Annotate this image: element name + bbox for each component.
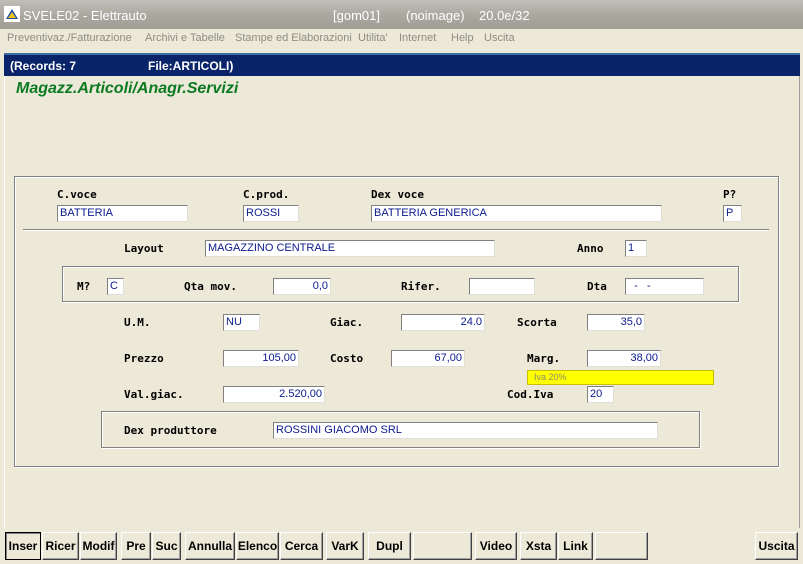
menu-stampe[interactable]: Stampe ed Elaborazioni [235,32,352,44]
um-field[interactable]: NU [223,314,260,331]
dexvoce-field[interactable]: BATTERIA GENERICA [371,205,662,222]
dexvoce-label: Dex voce [371,188,424,201]
cvoce-field[interactable]: BATTERIA [57,205,188,222]
menu-archivi[interactable]: Archivi e Tabelle [145,32,225,44]
prezzo-label: Prezzo [124,352,164,365]
dexprod-field[interactable]: ROSSINI GIACOMO SRL [273,422,658,439]
cprod-field[interactable]: ROSSI [243,205,299,222]
marg-label: Marg. [527,352,561,365]
scorta-label: Scorta [517,316,557,329]
dta-field[interactable]: - - [625,278,704,295]
dexprod-label: Dex produttore [124,424,217,437]
costo-field[interactable]: 67,00 [391,350,465,367]
qtamov-label: Qta mov. [184,280,237,293]
anno-label: Anno [577,242,604,255]
xsta-button[interactable]: Xsta [520,532,557,560]
menu-help[interactable]: Help [451,32,474,44]
inser-button[interactable]: Inser [5,532,41,560]
qtamov-field[interactable]: 0,0 [273,278,331,295]
p-label: P? [723,188,737,201]
menu-utilita[interactable]: Utilita' [358,32,388,44]
cprod-label: C.prod. [243,188,290,201]
blank-button-2[interactable] [595,532,648,560]
vark-button[interactable]: VarK [326,532,364,560]
menu-bar: Preventivaz./Fatturazione Archivi e Tabe… [0,29,803,49]
link-button[interactable]: Link [558,532,593,560]
window-server: [gom01] [333,8,380,23]
form-title: Magazz.Articoli/Anagr.Servizi [16,80,239,97]
bottom-toolbar: Inser Ricer Modif Pre Suc Annulla Elenco… [0,532,803,564]
scorta-field[interactable]: 35,0 [587,314,645,331]
m-label: M? [77,280,91,293]
cerca-button[interactable]: Cerca [280,532,323,560]
rifer-label: Rifer. [401,280,441,293]
menu-uscita[interactable]: Uscita [484,32,515,44]
marg-field[interactable]: 38,00 [587,350,661,367]
um-label: U.M. [124,316,151,329]
valgiac-label: Val.giac. [124,388,184,401]
menu-preventivazione[interactable]: Preventivaz./Fatturazione [7,32,132,44]
title-bar: SVELE02 - Elettrauto [gom01] (noimage) 2… [0,0,803,29]
records-count: (Records: 7 [10,59,77,73]
codiva-field[interactable]: 20 [587,386,614,403]
ricer-button[interactable]: Ricer [42,532,79,560]
codiva-label: Cod.Iva [507,388,554,401]
prezzo-field[interactable]: 105,00 [223,350,299,367]
window-title: SVELE02 - Elettrauto [23,8,147,23]
giac-label: Giac. [330,316,364,329]
m-field[interactable]: C [107,278,124,295]
blank-button-1[interactable] [413,532,472,560]
uscita-button[interactable]: Uscita [755,532,798,560]
window-image: (noimage) [406,8,465,23]
suc-button[interactable]: Suc [152,532,181,560]
records-header: (Records: 7 File:ARTICOLI) [4,53,800,76]
elenco-button[interactable]: Elenco [236,532,279,560]
layout-field[interactable]: MAGAZZINO CENTRALE [205,240,495,257]
p-field[interactable]: P [723,205,742,222]
iva-description: Iva 20% [527,370,714,385]
layout-label: Layout [124,242,164,255]
video-button[interactable]: Video [475,532,517,560]
cvoce-label: C.voce [57,188,97,201]
anno-field[interactable]: 1 [625,240,647,257]
annulla-button[interactable]: Annulla [185,532,235,560]
file-name: File:ARTICOLI) [148,59,234,73]
window-version: 20.0e/32 [479,8,530,23]
giac-field[interactable]: 24.0 [401,314,485,331]
divider [23,229,769,231]
menu-internet[interactable]: Internet [399,32,436,44]
valgiac-field[interactable]: 2.520,00 [223,386,325,403]
modif-button[interactable]: Modif [80,532,117,560]
rifer-field[interactable] [469,278,535,295]
dta-label: Dta [587,280,607,293]
dupl-button[interactable]: Dupl [368,532,411,560]
costo-label: Costo [330,352,364,365]
pre-button[interactable]: Pre [121,532,151,560]
app-icon[interactable] [4,6,20,22]
